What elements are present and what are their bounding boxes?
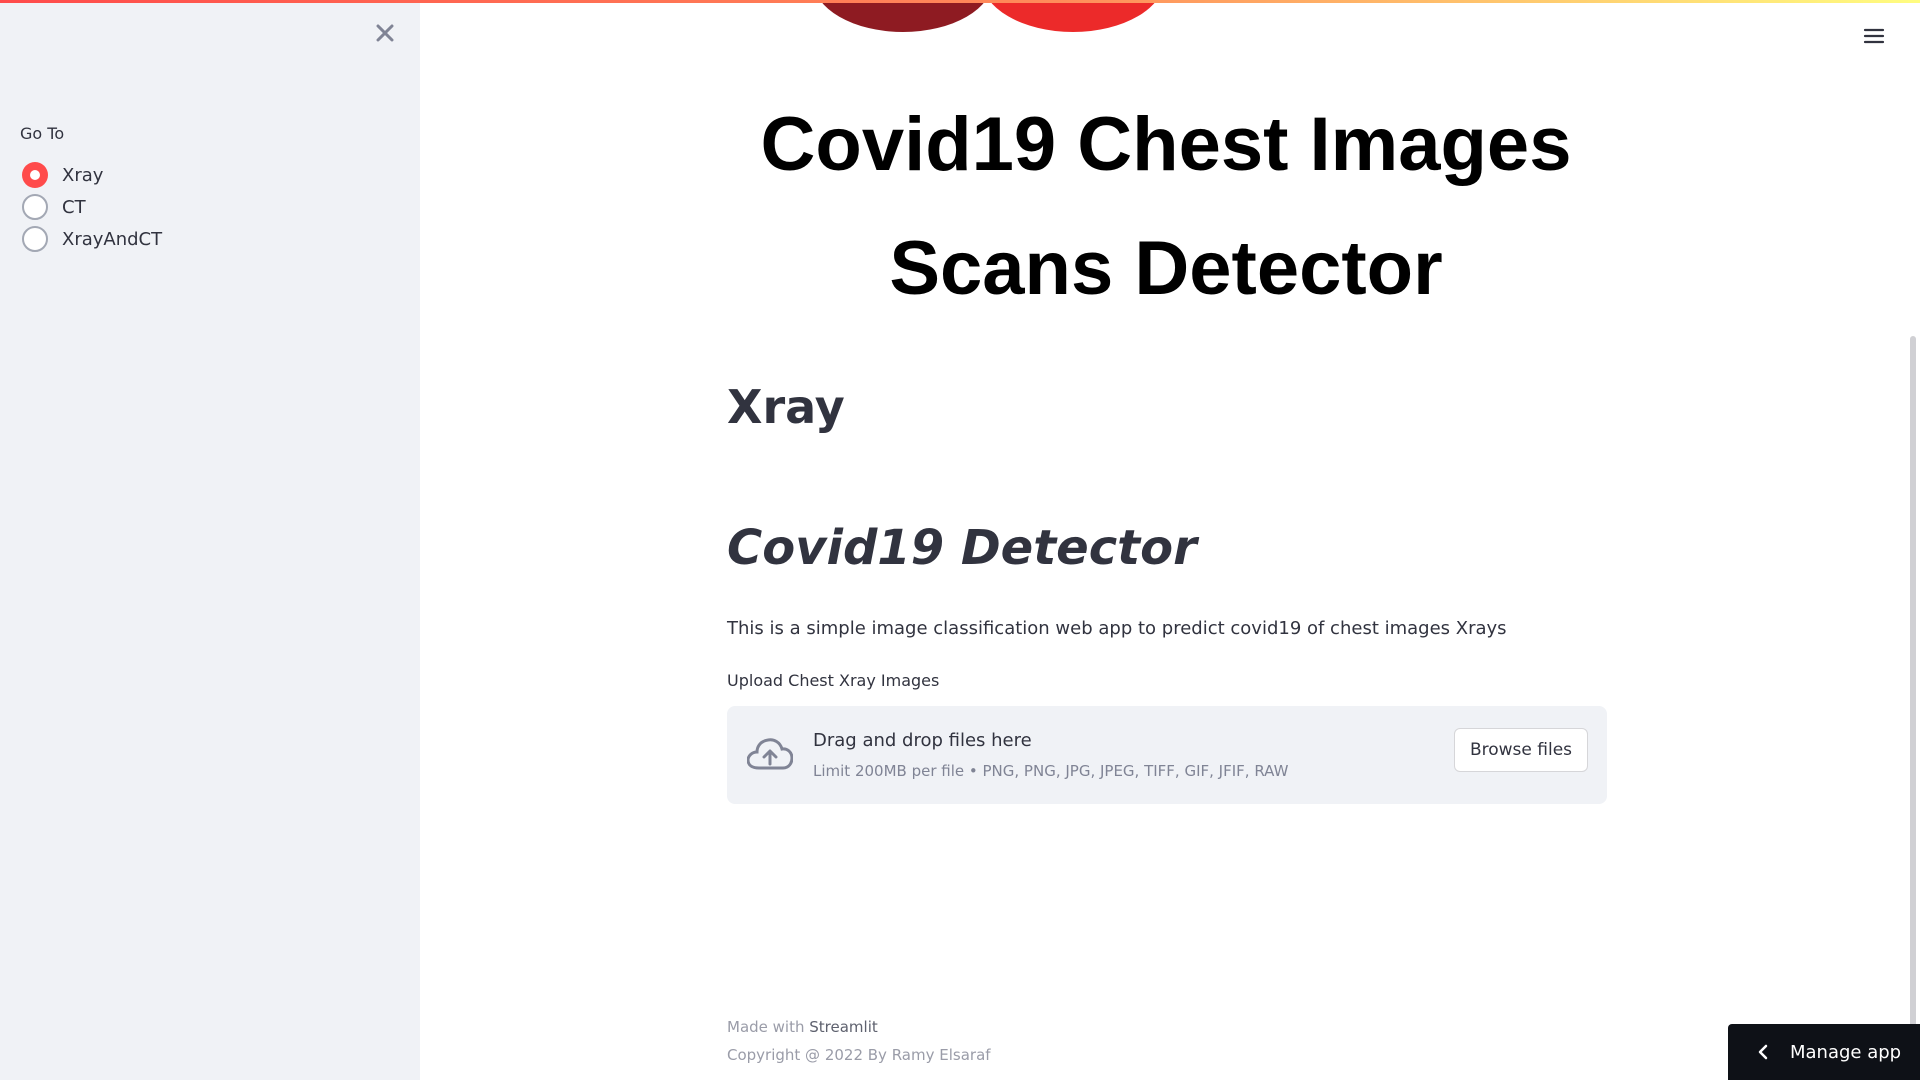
radio-option-label: CT [62, 196, 86, 218]
header-logo-image [808, 0, 1168, 40]
sidebar: Go To Xray CT XrayAndCT [0, 0, 420, 1080]
radio-option-xray[interactable]: Xray [22, 161, 103, 189]
close-icon[interactable] [372, 20, 398, 46]
radio-option-label: Xray [62, 164, 104, 186]
radio-unselected-indicator [22, 226, 48, 252]
file-uploader-label: Upload Chest Xray Images [727, 671, 940, 690]
manage-app-label: Manage app [1790, 1041, 1902, 1063]
footer-made-with: Made with Streamlit [727, 1018, 878, 1036]
dropzone-title: Drag and drop files here [813, 730, 1032, 751]
page-title-line2: Scans Detector [889, 226, 1443, 311]
detector-subheading: Covid19 Detector [727, 520, 1197, 576]
scrollbar[interactable] [1910, 336, 1916, 1080]
streamlit-link[interactable]: Streamlit [809, 1018, 878, 1036]
radio-option-label: XrayAndCT [62, 228, 163, 250]
description-text: This is a simple image classification we… [727, 618, 1507, 639]
dropzone-limit-text: Limit 200MB per file • PNG, PNG, JPG, JP… [813, 762, 1289, 780]
nav-radio-label: Go To [20, 124, 65, 143]
radio-selected-indicator [22, 162, 48, 188]
file-dropzone[interactable]: Drag and drop files here Limit 200MB per… [727, 706, 1607, 804]
cloud-upload-icon [746, 736, 794, 772]
footer-copyright: Copyright @ 2022 By Ramy Elsaraf [727, 1046, 991, 1064]
chevron-left-icon [1756, 1044, 1770, 1060]
hamburger-menu-icon[interactable] [1862, 24, 1886, 48]
radio-option-ct[interactable]: CT [22, 193, 86, 221]
footer-made-with-prefix: Made with [727, 1018, 805, 1036]
app-header-decoration [0, 0, 1920, 3]
page-title-line1: Covid19 Chest Images [760, 102, 1572, 187]
radio-unselected-indicator [22, 194, 48, 220]
section-heading: Xray [727, 380, 845, 434]
browse-files-button[interactable]: Browse files [1454, 728, 1588, 772]
manage-app-button[interactable]: Manage app [1728, 1024, 1920, 1080]
radio-option-xrayandct[interactable]: XrayAndCT [22, 225, 162, 253]
